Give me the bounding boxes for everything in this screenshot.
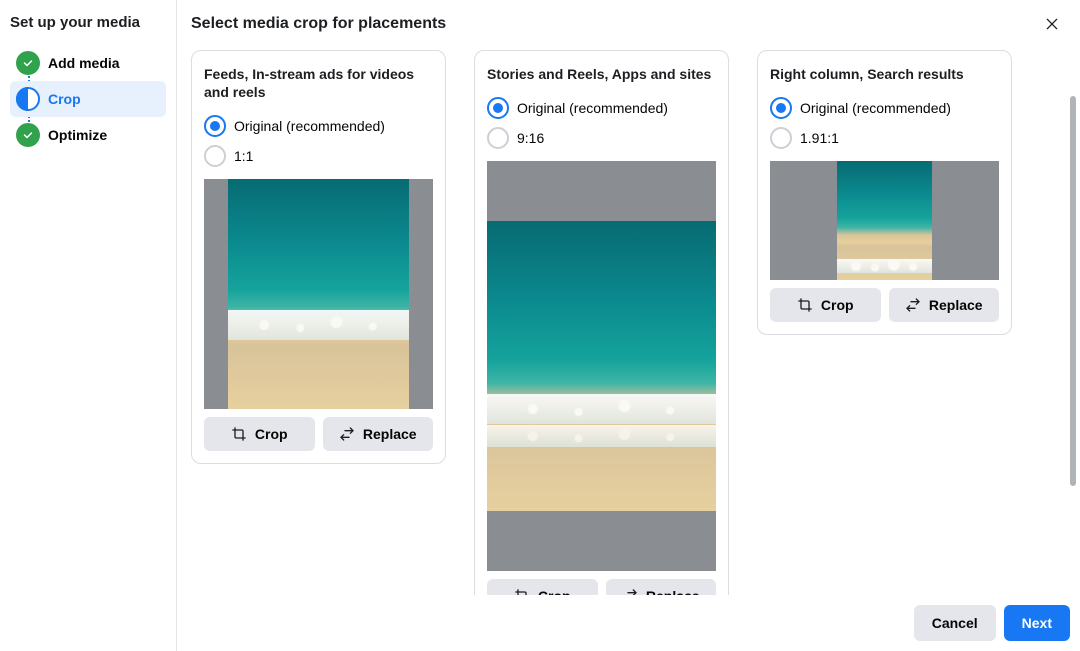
check-circle-icon (16, 123, 40, 147)
placement-preview (204, 179, 433, 409)
sidebar-title: Set up your media (10, 14, 166, 31)
crop-icon (514, 588, 530, 595)
crop-button[interactable]: Crop (770, 288, 881, 322)
half-circle-icon (16, 87, 40, 111)
placement-card-actions: Crop Replace (204, 417, 433, 451)
placement-cards-row: Feeds, In-stream ads for videos and reel… (177, 48, 1080, 595)
media-thumbnail (487, 221, 716, 511)
step-crop[interactable]: Crop (10, 81, 166, 117)
content-area: Feeds, In-stream ads for videos and reel… (177, 48, 1080, 595)
footer-actions: Cancel Next (177, 595, 1080, 651)
setup-media-sidebar: Set up your media Add media Crop Optimiz… (0, 0, 177, 651)
crop-button[interactable]: Crop (487, 579, 598, 595)
replace-icon (622, 588, 638, 595)
radio-icon (204, 115, 226, 137)
cancel-button[interactable]: Cancel (914, 605, 996, 641)
ratio-option-original[interactable]: Original (recommended) (770, 93, 999, 123)
step-add-media[interactable]: Add media (10, 45, 166, 81)
ratio-option-label: Original (recommended) (517, 100, 668, 116)
scrollbar-track[interactable] (1070, 96, 1076, 539)
crop-label: Crop (821, 297, 854, 313)
crop-icon (231, 426, 247, 442)
crop-icon (797, 297, 813, 313)
ratio-option-label: 9:16 (517, 130, 544, 146)
crop-button[interactable]: Crop (204, 417, 315, 451)
close-button[interactable] (1038, 10, 1066, 38)
ratio-option-1-91-1[interactable]: 1.91:1 (770, 123, 999, 153)
placement-card-right-column: Right column, Search results Original (r… (757, 50, 1012, 335)
main-panel: Select media crop for placements Feeds, … (177, 0, 1080, 651)
step-label: Optimize (48, 127, 107, 143)
ratio-option-original[interactable]: Original (recommended) (487, 93, 716, 123)
step-label: Crop (48, 91, 81, 107)
wave-foam (228, 310, 409, 340)
media-thumbnail (228, 179, 409, 409)
page-title: Select media crop for placements (191, 15, 446, 33)
ratio-option-original[interactable]: Original (recommended) (204, 111, 433, 141)
replace-icon (339, 426, 355, 442)
ratio-option-1-1[interactable]: 1:1 (204, 141, 433, 171)
placement-preview (770, 161, 999, 280)
ratio-option-label: Original (recommended) (234, 118, 385, 134)
ratio-option-9-16[interactable]: 9:16 (487, 123, 716, 153)
replace-button[interactable]: Replace (889, 288, 1000, 322)
check-circle-icon (16, 51, 40, 75)
placement-card-title: Right column, Search results (770, 65, 999, 83)
next-button[interactable]: Next (1004, 605, 1070, 641)
scrollbar-thumb[interactable] (1070, 96, 1076, 486)
replace-label: Replace (363, 426, 417, 442)
ratio-option-label: 1:1 (234, 148, 253, 164)
placement-card-title: Stories and Reels, Apps and sites (487, 65, 716, 83)
ratio-option-label: Original (recommended) (800, 100, 951, 116)
replace-button[interactable]: Replace (606, 579, 717, 595)
wave-foam (837, 259, 932, 273)
radio-icon (770, 97, 792, 119)
crop-label: Crop (255, 426, 288, 442)
replace-label: Replace (929, 297, 983, 313)
replace-icon (905, 297, 921, 313)
step-label: Add media (48, 55, 120, 71)
placement-card-actions: Crop Replace (487, 579, 716, 595)
step-optimize[interactable]: Optimize (10, 117, 166, 153)
placement-card-title: Feeds, In-stream ads for videos and reel… (204, 65, 433, 101)
close-icon (1044, 15, 1060, 33)
radio-icon (487, 97, 509, 119)
placement-preview (487, 161, 716, 571)
radio-icon (770, 127, 792, 149)
crop-label: Crop (538, 588, 571, 595)
replace-button[interactable]: Replace (323, 417, 434, 451)
radio-icon (487, 127, 509, 149)
wave-foam (487, 425, 716, 447)
wave-foam (487, 394, 716, 424)
placement-card-stories: Stories and Reels, Apps and sites Origin… (474, 50, 729, 595)
placement-card-feeds: Feeds, In-stream ads for videos and reel… (191, 50, 446, 464)
media-thumbnail (837, 161, 932, 280)
step-list: Add media Crop Optimize (10, 45, 166, 153)
radio-icon (204, 145, 226, 167)
placement-card-actions: Crop Replace (770, 288, 999, 322)
ratio-option-label: 1.91:1 (800, 130, 839, 146)
header: Select media crop for placements (177, 0, 1080, 48)
replace-label: Replace (646, 588, 700, 595)
